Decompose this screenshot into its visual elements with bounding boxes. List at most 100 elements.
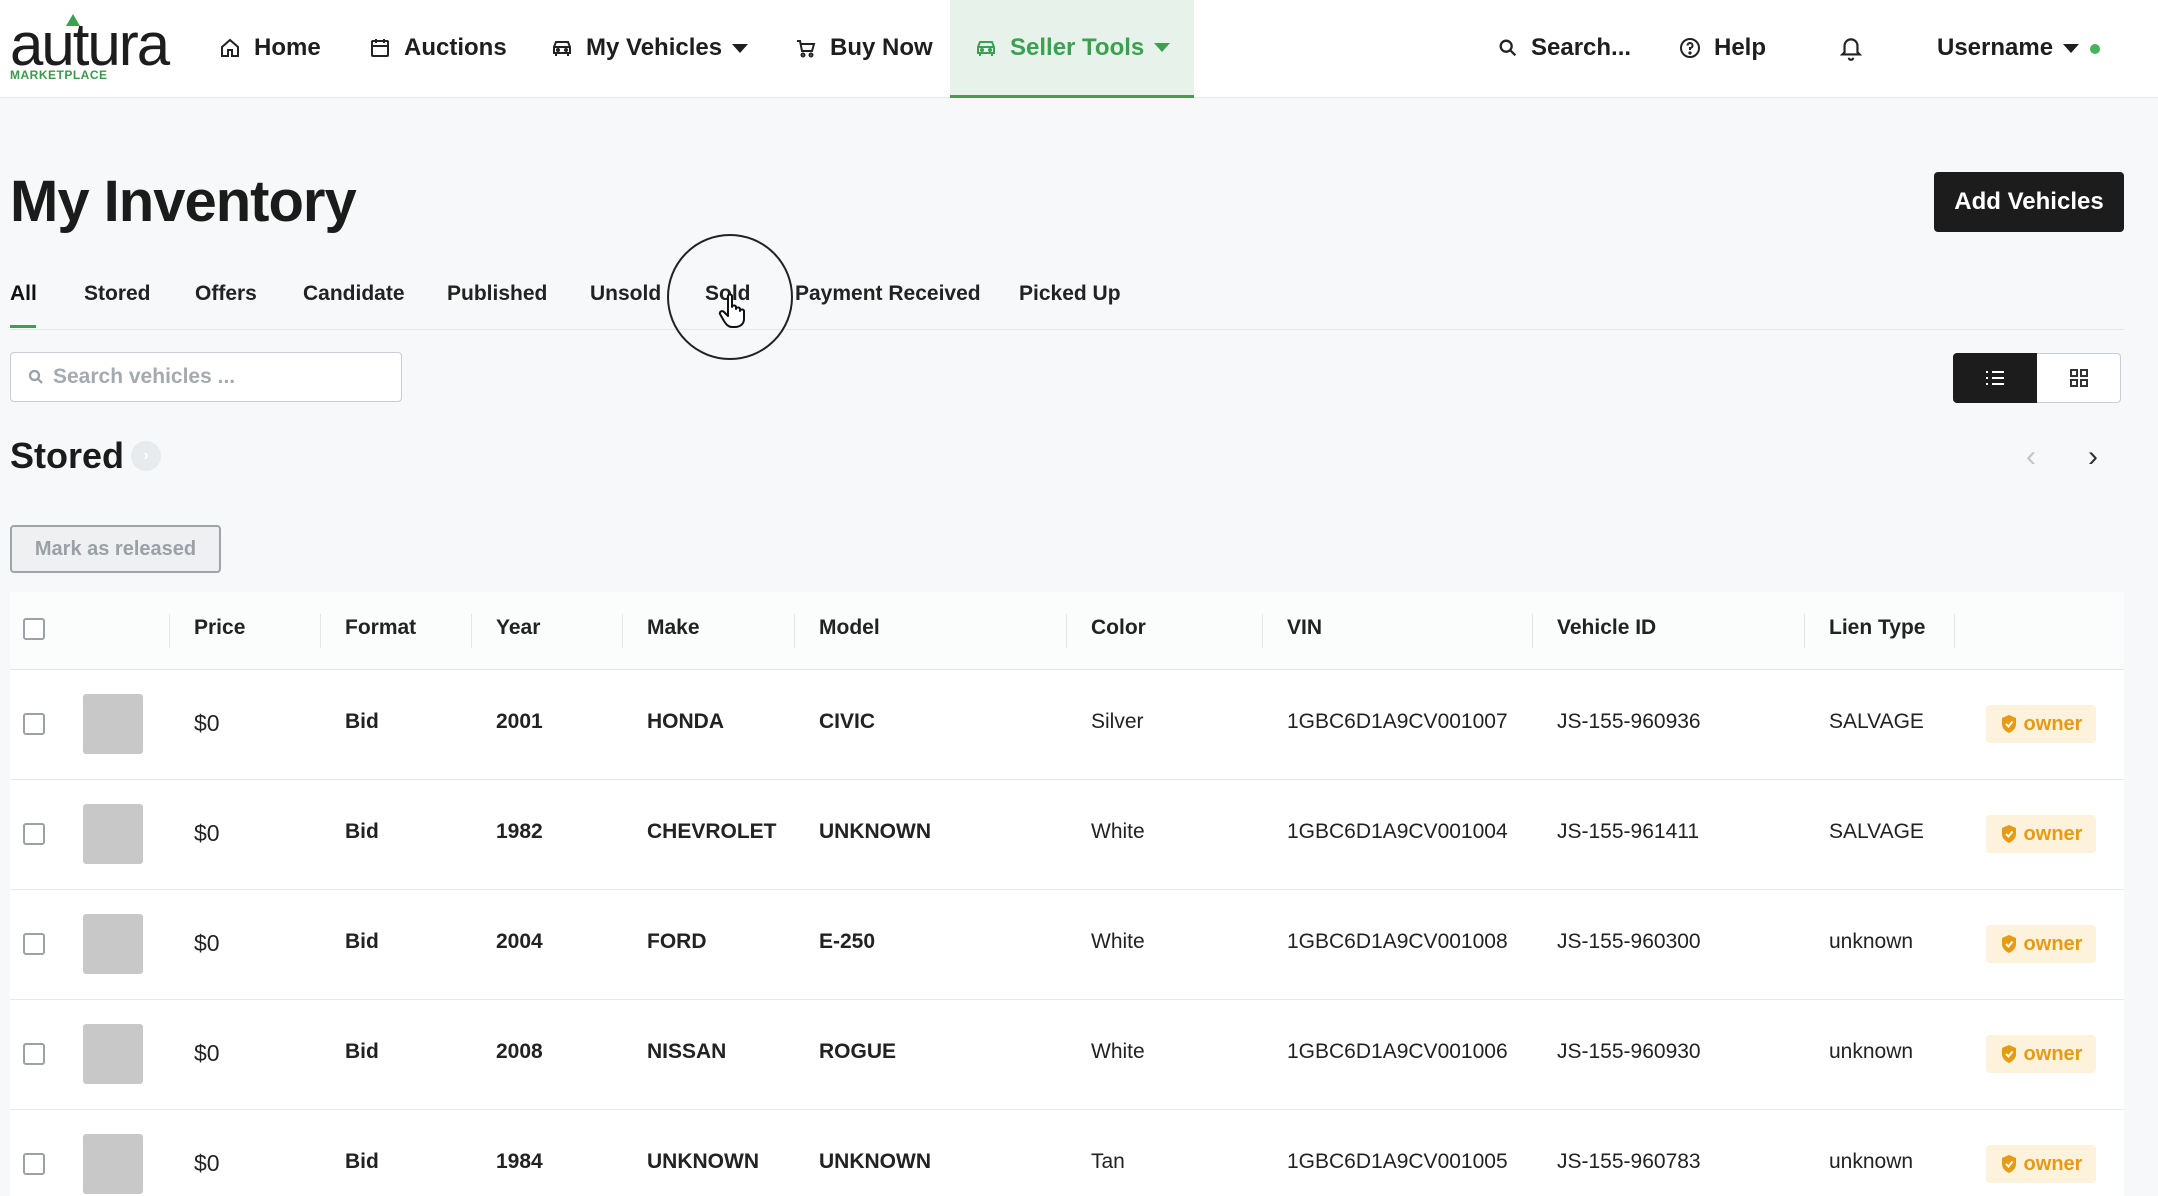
section-title: Stored	[10, 435, 125, 476]
brand-logo[interactable]: autura MARKETPLACE	[10, 14, 170, 84]
column-divider	[471, 614, 472, 648]
table-row[interactable]: $0 Bid 1984 UNKNOWN UNKNOWN Tan 1GBC6D1A…	[10, 1110, 2124, 1196]
tab-candidate[interactable]: Candidate	[303, 282, 405, 306]
table-row[interactable]: $0 Bid 2008 NISSAN ROGUE White 1GBC6D1A9…	[10, 1000, 2124, 1110]
list-view-button[interactable]	[1953, 353, 2037, 403]
select-all-checkbox[interactable]	[23, 618, 45, 640]
cell-color: Tan	[1091, 1150, 1125, 1173]
table-row[interactable]: $0 Bid 1982 CHEVROLET UNKNOWN White 1GBC…	[10, 780, 2124, 890]
owner-badge: owner	[1986, 1035, 2096, 1073]
notifications-button[interactable]	[1838, 0, 1876, 96]
owner-badge-label: owner	[2023, 712, 2083, 735]
tab-all[interactable]: All	[10, 282, 37, 306]
online-status-indicator	[2090, 44, 2100, 54]
column-divider	[1804, 614, 1805, 648]
cell-price: $0	[194, 1150, 220, 1176]
cell-year: 1984	[496, 1150, 543, 1173]
cell-lien-type: unknown	[1829, 930, 1914, 953]
nav-home-label: Home	[254, 34, 321, 61]
vehicle-thumbnail[interactable]	[83, 804, 143, 864]
next-page-button[interactable]: ›	[2088, 440, 2098, 474]
add-vehicles-button[interactable]: Add Vehicles	[1934, 172, 2124, 232]
page-title: My Inventory	[10, 169, 357, 234]
tab-picked-up[interactable]: Picked Up	[1019, 282, 1121, 306]
nav-auctions-label: Auctions	[404, 34, 507, 61]
tab-unsold[interactable]: Unsold	[590, 282, 661, 306]
cell-color: Silver	[1091, 710, 1144, 733]
list-icon	[1986, 371, 2004, 385]
column-header-color[interactable]: Color	[1091, 616, 1146, 640]
column-header-lien-type[interactable]: Lien Type	[1829, 616, 1925, 640]
row-checkbox[interactable]	[23, 933, 45, 955]
row-checkbox[interactable]	[23, 1153, 45, 1175]
cell-vin: 1GBC6D1A9CV001008	[1287, 930, 1508, 953]
inventory-table: Price Format Year Make Model Color VIN V…	[10, 592, 2124, 1196]
vehicle-search-field[interactable]	[10, 352, 402, 402]
tab-stored[interactable]: Stored	[84, 282, 151, 306]
cell-model: ROGUE	[819, 1040, 897, 1063]
table-row[interactable]: $0 Bid 2001 HONDA CIVIC Silver 1GBC6D1A9…	[10, 670, 2124, 780]
mark-as-released-button[interactable]: Mark as released	[10, 525, 221, 573]
cell-format: Bid	[345, 930, 379, 953]
column-header-price[interactable]: Price	[194, 616, 245, 640]
top-nav: autura MARKETPLACE Home Auctions My Vehi…	[0, 0, 2158, 98]
cell-lien-type: unknown	[1829, 1040, 1914, 1063]
nav-buy-now[interactable]: Buy Now	[794, 0, 933, 96]
logo-accent-icon	[66, 14, 80, 26]
cell-make: NISSAN	[647, 1040, 727, 1063]
column-header-make[interactable]: Make	[647, 616, 700, 640]
vehicle-thumbnail[interactable]	[83, 1024, 143, 1084]
vehicle-thumbnail[interactable]	[83, 914, 143, 974]
brand-subtitle: MARKETPLACE	[10, 68, 108, 82]
owner-badge: owner	[1986, 705, 2096, 743]
brand-wordmark: autura	[10, 11, 170, 78]
previous-page-button[interactable]: ‹	[2026, 440, 2036, 474]
calendar-icon	[371, 39, 389, 57]
active-tab-indicator	[10, 325, 36, 328]
nav-my-vehicles[interactable]: My Vehicles	[550, 0, 749, 96]
row-checkbox[interactable]	[23, 713, 45, 735]
cell-model: UNKNOWN	[819, 1150, 931, 1173]
tab-payment-received[interactable]: Payment Received	[795, 282, 981, 306]
nav-auctions[interactable]: Auctions	[368, 0, 507, 96]
cell-price: $0	[194, 820, 220, 846]
cell-year: 2004	[496, 930, 543, 953]
owner-badge-label: owner	[2023, 1152, 2083, 1175]
tab-offers[interactable]: Offers	[195, 282, 257, 306]
nav-search-label: Search...	[1531, 34, 1632, 61]
nav-home[interactable]: Home	[218, 0, 321, 96]
cell-vehicle-id: JS-155-960936	[1557, 710, 1701, 733]
tab-published[interactable]: Published	[447, 282, 547, 306]
vehicle-thumbnail[interactable]	[83, 694, 143, 754]
column-header-model[interactable]: Model	[819, 616, 880, 640]
table-row[interactable]: $0 Bid 2004 FORD E-250 White 1GBC6D1A9CV…	[10, 890, 2124, 1000]
vehicle-thumbnail[interactable]	[83, 1134, 143, 1194]
column-header-format[interactable]: Format	[345, 616, 416, 640]
shield-icon	[2001, 825, 2016, 843]
nav-help[interactable]: Help	[1678, 0, 1766, 96]
grid-view-button[interactable]	[2037, 353, 2121, 403]
row-checkbox[interactable]	[23, 1043, 45, 1065]
nav-search[interactable]: Search...	[1497, 0, 1631, 96]
cell-year: 2008	[496, 1040, 543, 1063]
column-header-vehicle-id[interactable]: Vehicle ID	[1557, 616, 1656, 640]
cell-lien-type: unknown	[1829, 1150, 1914, 1173]
cell-vin: 1GBC6D1A9CV001007	[1287, 710, 1508, 733]
bell-icon	[1839, 38, 1863, 61]
owner-badge: owner	[1986, 1145, 2096, 1183]
status-tabs: All Stored Offers Candidate Published Un…	[10, 270, 2124, 330]
user-menu[interactable]: Username	[1937, 0, 2080, 96]
cell-lien-type: SALVAGE	[1829, 710, 1924, 733]
search-input[interactable]	[53, 365, 393, 389]
cell-vehicle-id: JS-155-961411	[1557, 820, 1700, 843]
nav-seller-tools[interactable]: Seller Tools	[950, 0, 1195, 98]
cell-format: Bid	[345, 1040, 379, 1063]
chevron-right-icon[interactable]: ›	[131, 441, 161, 471]
cell-vehicle-id: JS-155-960783	[1557, 1150, 1701, 1173]
row-checkbox[interactable]	[23, 823, 45, 845]
column-header-vin[interactable]: VIN	[1287, 616, 1322, 640]
view-toggle	[1953, 353, 2121, 403]
shield-icon	[2001, 715, 2016, 733]
column-header-year[interactable]: Year	[496, 616, 540, 640]
cell-format: Bid	[345, 820, 379, 843]
